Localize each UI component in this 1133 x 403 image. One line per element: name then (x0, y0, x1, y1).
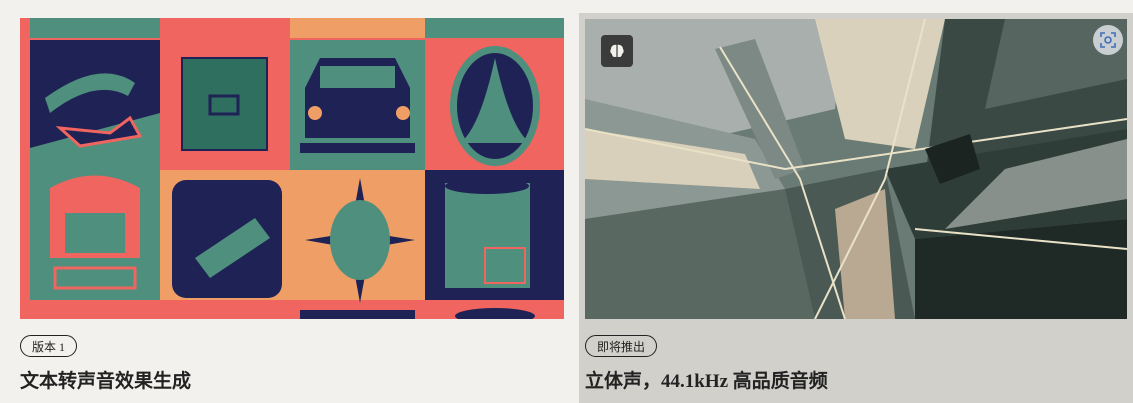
card-title: 立体声，44.1kHz 高品质音频 (585, 371, 828, 392)
abstract-architecture-illustration (585, 19, 1127, 319)
version-badge: 版本 1 (20, 335, 78, 357)
brain-icon-button[interactable] (601, 35, 633, 67)
card-title: 文本转声音效果生成 (20, 371, 192, 392)
brain-icon (610, 44, 624, 58)
card-image-abstract-architecture (585, 19, 1127, 319)
coming-soon-badge: 即将推出 (585, 335, 658, 357)
card-image-poster-grid (20, 18, 564, 319)
feature-card-2[interactable]: 即将推出 立体声，44.1kHz 高品质音频 (579, 13, 1133, 403)
poster-grid-illustration (20, 18, 564, 319)
feature-card-1[interactable]: 版本 1 文本转声音效果生成 (0, 0, 574, 403)
scan-icon-button[interactable] (1093, 25, 1123, 55)
scan-icon (1100, 32, 1116, 48)
